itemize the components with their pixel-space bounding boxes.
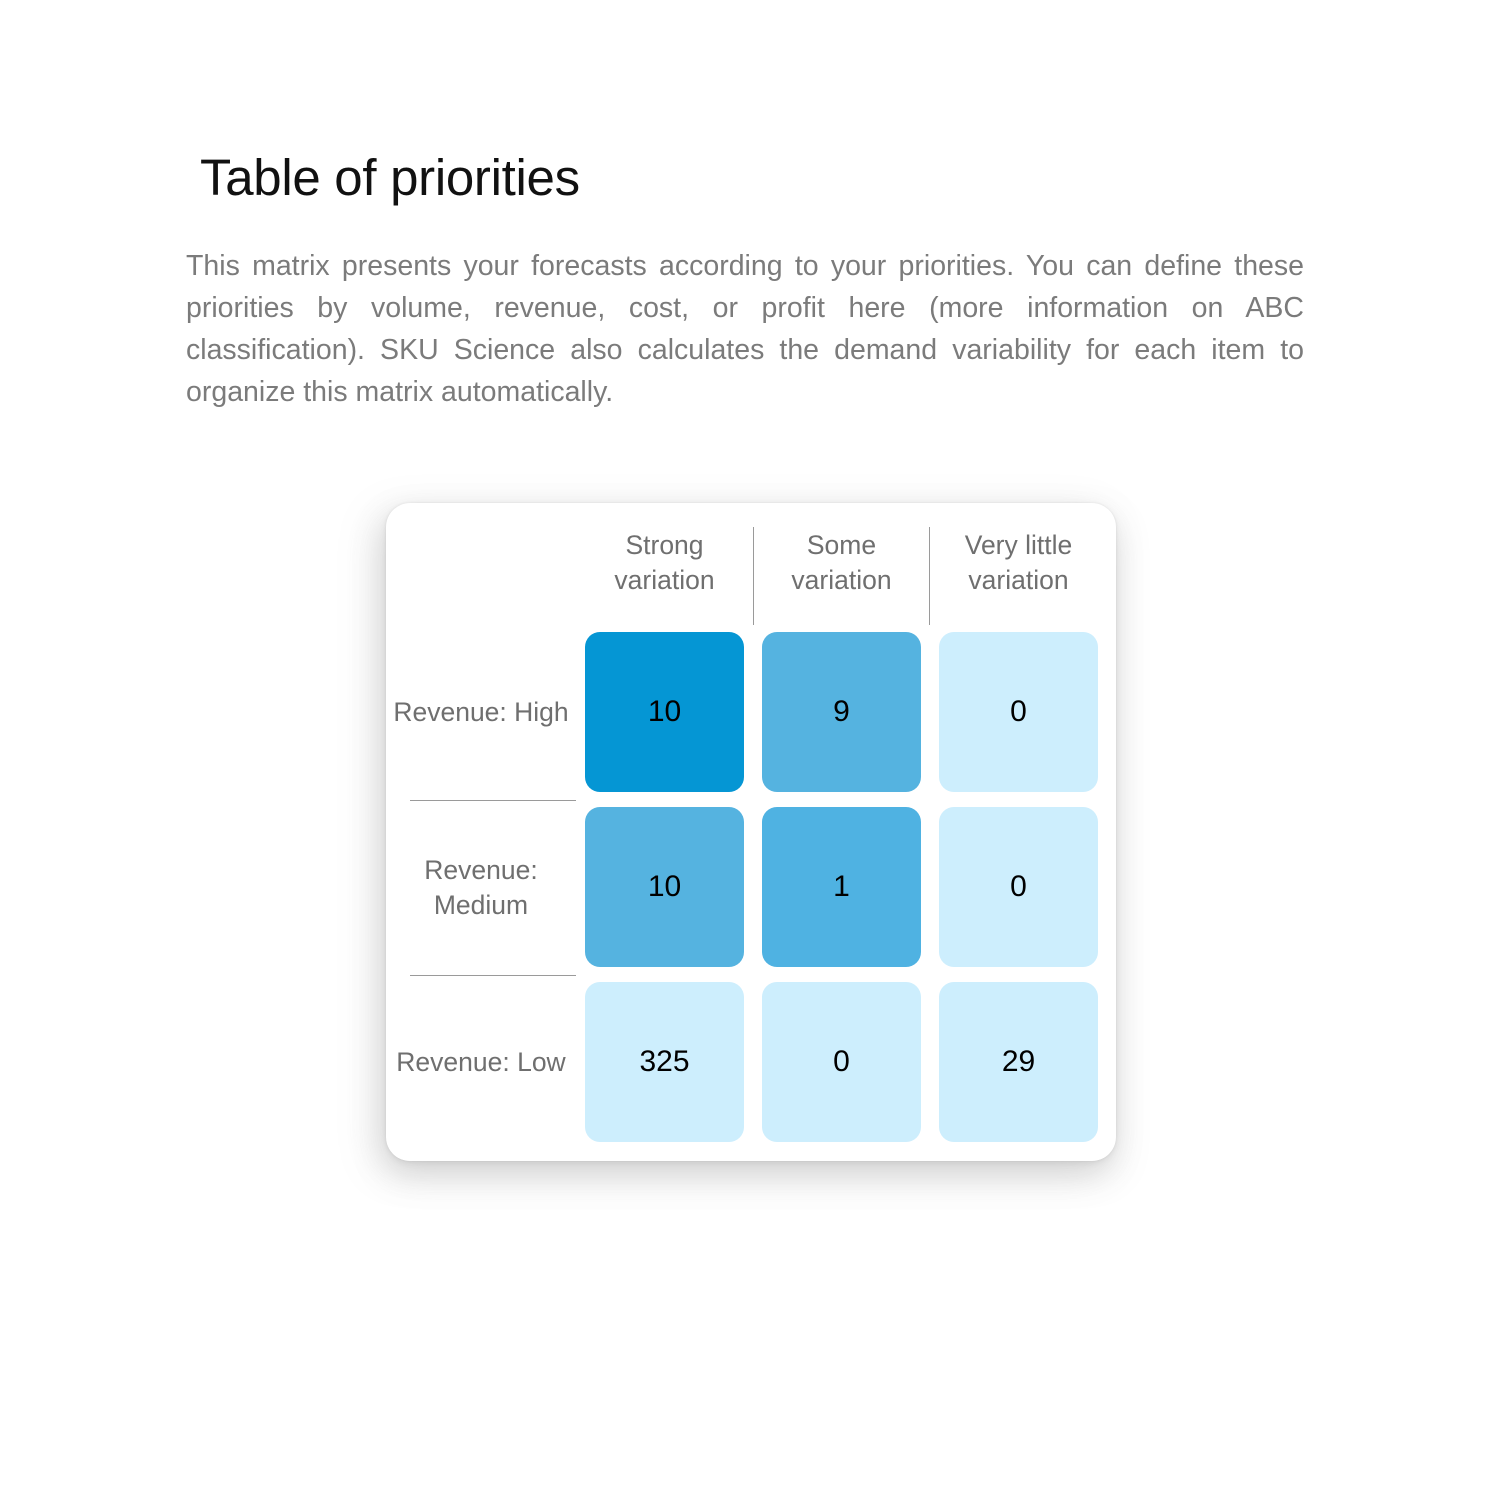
page-description-text: This matrix presents your forecasts acco… [186,250,1304,408]
matrix-cell-value: 325 [639,1045,690,1078]
matrix-cell-value: 29 [1001,1045,1036,1078]
matrix-cell-wrapper: 1 [753,800,930,975]
matrix-cell-value: 0 [1010,695,1027,728]
priority-matrix-card: Strong variation Some variation Very lit… [386,503,1116,1161]
matrix-cell-high-some[interactable]: 9 [762,632,921,792]
matrix-cell-low-strong[interactable]: 325 [585,982,744,1142]
column-header-label: Strong variation [614,530,715,595]
matrix-cell-medium-some[interactable]: 1 [762,807,921,967]
row-header-label: Revenue: Medium [424,854,538,920]
row-header-revenue-low: Revenue: Low [386,975,576,1150]
matrix-cell-low-verylittle[interactable]: 29 [939,982,1098,1142]
matrix-cell-wrapper: 0 [930,625,1107,800]
matrix-cell-value: 0 [1010,870,1027,903]
column-header-label: Some variation [791,530,892,595]
matrix-cell-value: 1 [833,870,850,903]
matrix-cell-value: 0 [833,1045,850,1078]
matrix-cell-wrapper: 10 [576,800,753,975]
matrix-cell-wrapper: 0 [753,975,930,1150]
matrix-cell-high-verylittle[interactable]: 0 [939,632,1098,792]
matrix-cell-wrapper: 9 [753,625,930,800]
matrix-cell-wrapper: 0 [930,800,1107,975]
priority-matrix-grid: Strong variation Some variation Very lit… [386,503,1116,1161]
matrix-corner-cell [386,503,576,625]
row-header-revenue-medium: Revenue: Medium [386,800,576,975]
matrix-cell-medium-verylittle[interactable]: 0 [939,807,1098,967]
column-header-some-variation: Some variation [753,503,930,625]
matrix-cell-value: 9 [833,695,850,728]
column-header-label: Very little variation [964,530,1073,595]
page-title: Table of priorities [200,149,580,206]
matrix-cell-value: 10 [647,870,682,903]
matrix-cell-wrapper: 325 [576,975,753,1150]
matrix-cell-medium-strong[interactable]: 10 [585,807,744,967]
row-header-label: Revenue: High [393,697,569,727]
matrix-cell-wrapper: 10 [576,625,753,800]
matrix-cell-high-strong[interactable]: 10 [585,632,744,792]
matrix-cell-value: 10 [647,695,682,728]
matrix-cell-wrapper: 29 [930,975,1107,1150]
column-header-strong-variation: Strong variation [576,503,753,625]
matrix-cell-low-some[interactable]: 0 [762,982,921,1142]
column-header-very-little-variation: Very little variation [930,503,1107,625]
row-header-label: Revenue: Low [396,1047,566,1077]
page-description: This matrix presents your forecasts acco… [186,245,1304,413]
row-header-revenue-high: Revenue: High [386,625,576,800]
